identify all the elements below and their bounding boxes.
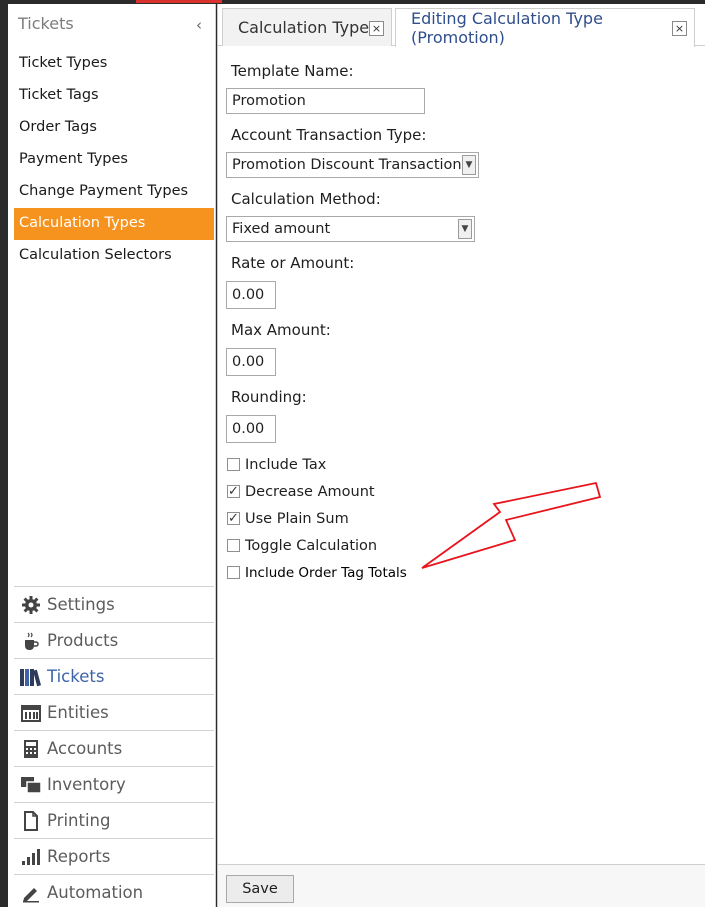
nav-reports-label: Reports	[47, 847, 111, 866]
document-icon	[18, 809, 44, 833]
account-transaction-type-value: Promotion Discount Transaction	[232, 157, 462, 173]
checkbox-group: Include Tax ✓ Decrease Amount ✓ Use Plai…	[226, 451, 696, 586]
use-plain-sum-label: Use Plain Sum	[245, 510, 349, 527]
nav-inventory-label: Inventory	[47, 775, 126, 794]
sidebar-item-ticket-types[interactable]: Ticket Types	[14, 48, 214, 80]
include-order-tag-totals-checkbox[interactable]	[227, 566, 240, 579]
books-icon	[18, 665, 44, 689]
main-panel: Calculation Types × Editing Calculation …	[217, 4, 705, 907]
calculation-method-label: Calculation Method:	[231, 190, 381, 208]
sidebar-item-change-payment-types[interactable]: Change Payment Types	[14, 176, 214, 208]
sidebar-item-calculation-types[interactable]: Calculation Types	[14, 208, 214, 240]
nav-products[interactable]: Products	[14, 622, 214, 658]
nav-reports[interactable]: Reports	[14, 838, 214, 874]
account-transaction-type-label: Account Transaction Type:	[231, 126, 427, 144]
use-plain-sum-row[interactable]: ✓ Use Plain Sum	[226, 505, 696, 532]
rounding-field[interactable]	[226, 415, 276, 443]
decrease-amount-checkbox[interactable]: ✓	[227, 485, 240, 498]
toggle-calculation-label: Toggle Calculation	[245, 537, 378, 554]
chevron-down-icon: ▼	[458, 219, 472, 239]
pencil-icon	[18, 881, 44, 905]
sidebar-item-payment-types[interactable]: Payment Types	[14, 144, 214, 176]
rounding-label: Rounding:	[231, 388, 307, 406]
rate-or-amount-field[interactable]	[226, 281, 276, 309]
tab-calculation-types-label: Calculation Types	[238, 18, 378, 37]
module-nav: Settings Products Tickets Entities Accou…	[14, 586, 214, 910]
toggle-calculation-row[interactable]: Toggle Calculation	[226, 532, 696, 559]
include-order-tag-totals-row[interactable]: Include Order Tag Totals	[226, 559, 696, 586]
nav-entities[interactable]: Entities	[14, 694, 214, 730]
template-name-field[interactable]	[226, 88, 425, 114]
nav-accounts-label: Accounts	[47, 739, 123, 758]
tab-editing-calculation-type[interactable]: Editing Calculation Type (Promotion) ×	[395, 8, 695, 47]
sidebar-item-ticket-tags[interactable]: Ticket Tags	[14, 80, 214, 112]
calculator-icon	[18, 737, 44, 761]
sidebar: Tickets ‹ Ticket Types Ticket Tags Order…	[8, 4, 216, 907]
nav-automation[interactable]: Automation	[14, 874, 214, 910]
sidebar-header-title: Tickets	[18, 14, 74, 33]
calculation-method-value: Fixed amount	[232, 221, 331, 237]
document-tabs: Calculation Types × Editing Calculation …	[218, 8, 705, 47]
coffee-cup-icon	[18, 629, 44, 653]
nav-inventory[interactable]: Inventory	[14, 766, 214, 802]
nav-settings[interactable]: Settings	[14, 586, 214, 622]
toggle-calculation-checkbox[interactable]	[227, 539, 240, 552]
calculation-type-form: Template Name: Account Transaction Type:…	[226, 52, 696, 586]
tab-calculation-types[interactable]: Calculation Types ×	[222, 8, 392, 46]
include-tax-row[interactable]: Include Tax	[226, 451, 696, 478]
nav-entities-label: Entities	[47, 703, 109, 722]
window-accent-strip	[136, 0, 222, 3]
nav-printing-label: Printing	[47, 811, 111, 830]
collapse-chevron-icon[interactable]: ‹	[196, 16, 202, 34]
nav-accounts[interactable]: Accounts	[14, 730, 214, 766]
include-tax-label: Include Tax	[245, 456, 327, 473]
nav-products-label: Products	[47, 631, 119, 650]
stacked-windows-icon	[18, 773, 44, 797]
max-amount-field[interactable]	[226, 348, 276, 376]
save-button[interactable]: Save	[226, 875, 294, 903]
bar-chart-icon	[18, 845, 44, 869]
decrease-amount-label: Decrease Amount	[245, 483, 375, 500]
tab-editing-calculation-type-label: Editing Calculation Type (Promotion)	[411, 9, 603, 47]
chevron-down-icon: ▼	[462, 155, 476, 175]
include-order-tag-totals-label: Include Order Tag Totals	[245, 564, 407, 581]
close-icon[interactable]: ×	[672, 21, 687, 36]
sidebar-item-order-tags[interactable]: Order Tags	[14, 112, 214, 144]
max-amount-label: Max Amount:	[231, 321, 331, 339]
sidebar-header: Tickets ‹	[8, 14, 216, 40]
form-footer: Save	[218, 864, 705, 907]
nav-automation-label: Automation	[47, 883, 144, 902]
calendar-grid-icon	[18, 701, 44, 725]
use-plain-sum-checkbox[interactable]: ✓	[227, 512, 240, 525]
rate-or-amount-label: Rate or Amount:	[231, 254, 355, 272]
nav-tickets[interactable]: Tickets	[14, 658, 214, 694]
sidebar-list: Ticket Types Ticket Tags Order Tags Paym…	[14, 48, 214, 272]
nav-printing[interactable]: Printing	[14, 802, 214, 838]
account-transaction-type-select[interactable]: Promotion Discount Transaction ▼	[226, 152, 479, 178]
gear-icon	[18, 593, 44, 617]
include-tax-checkbox[interactable]	[227, 458, 240, 471]
sidebar-item-calculation-selectors[interactable]: Calculation Selectors	[14, 240, 214, 272]
close-icon[interactable]: ×	[369, 21, 384, 36]
decrease-amount-row[interactable]: ✓ Decrease Amount	[226, 478, 696, 505]
calculation-method-select[interactable]: Fixed amount ▼	[226, 216, 475, 242]
template-name-label: Template Name:	[231, 62, 354, 80]
nav-settings-label: Settings	[47, 595, 115, 614]
nav-tickets-label: Tickets	[47, 667, 105, 686]
